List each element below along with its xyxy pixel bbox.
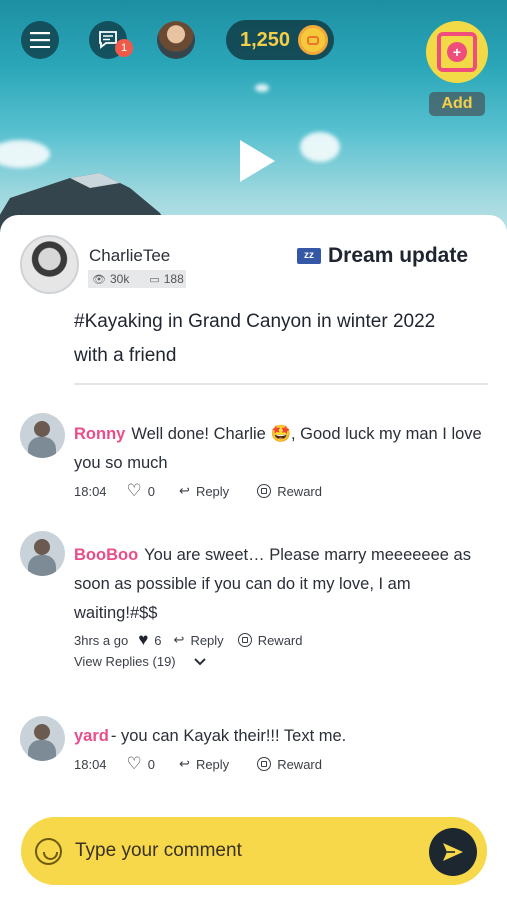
post-title: #Kayaking in Grand Canyon in winter 2022…	[74, 311, 436, 366]
reward-icon	[257, 484, 272, 498]
comment-text: Ronny Well done! Charlie 🤩, Good luck my …	[74, 420, 494, 478]
like-count: 6	[154, 632, 162, 648]
comment-meta: 18:04 ♡ 0 ↩ Reply Reward	[74, 754, 350, 774]
coin-icon	[298, 25, 328, 55]
reply-button[interactable]: ↩ Reply	[179, 483, 229, 499]
like-button[interactable]: ♥ 6	[138, 630, 161, 650]
comment-avatar[interactable]	[20, 531, 65, 576]
add-label[interactable]: Add	[429, 92, 485, 116]
comment-input[interactable]	[75, 835, 415, 867]
heart-icon: ♡	[126, 481, 142, 500]
comment-username[interactable]: BooBoo	[74, 546, 138, 564]
reply-icon: ↩	[179, 756, 190, 771]
author-avatar[interactable]	[20, 235, 79, 294]
coins-value: 1,250	[240, 28, 291, 51]
comment-time: 18:04	[74, 483, 107, 499]
cloud	[300, 132, 340, 162]
comment-text: BooBoo You are sweet… Please marry meeeee…	[74, 541, 494, 628]
comment-time: 3hrs a go	[74, 632, 129, 648]
reply-icon: ↩	[179, 483, 190, 498]
comments-count: 188	[163, 272, 184, 286]
comment-body: - you can Kayak their!!! Text me.	[110, 727, 347, 745]
reply-button[interactable]: ↩ Reply	[174, 632, 224, 648]
comment-body: Well done! Charlie 🤩, Good luck my man I…	[74, 425, 482, 472]
comment-username[interactable]: yard	[74, 727, 109, 745]
dream-update-badge: zz Dream update	[297, 244, 468, 268]
send-button[interactable]	[429, 828, 477, 876]
heart-icon: ♥	[138, 630, 149, 649]
send-icon	[443, 843, 463, 861]
menu-icon	[30, 32, 50, 48]
reward-label: Reward	[277, 483, 322, 499]
smile-icon[interactable]	[35, 838, 62, 865]
reply-label: Reply	[190, 632, 224, 648]
dream-label: Dream update	[328, 244, 469, 267]
reward-button[interactable]: Reward	[257, 484, 322, 499]
comment-meta: 18:04 ♡ 0 ↩ Reply Reward	[74, 481, 350, 501]
dream-icon: zz	[297, 248, 321, 264]
comment-avatar[interactable]	[20, 413, 65, 458]
like-button[interactable]: ♡ 0	[127, 481, 155, 501]
reply-button[interactable]: ↩ Reply	[179, 756, 229, 772]
like-button[interactable]: ♡ 0	[127, 754, 155, 774]
author-name[interactable]: CharlieTee	[89, 246, 170, 266]
add-icon: +	[437, 32, 477, 72]
notification-badge: 1	[115, 39, 133, 57]
comment-meta: 3hrs a go ♥ 6 ↩ Reply Reward	[74, 630, 330, 650]
reply-label: Reply	[195, 483, 230, 499]
comment-composer	[21, 817, 487, 885]
coins-balance[interactable]: 1,250	[226, 20, 334, 60]
play-icon[interactable]	[240, 140, 275, 182]
reply-icon: ↩	[173, 632, 185, 647]
comment-text: yard - you can Kayak their!!! Text me.	[74, 722, 494, 751]
comment-icon: ▭	[149, 273, 160, 286]
chevron-down-icon	[193, 657, 206, 665]
reward-icon	[237, 633, 252, 647]
comment-username[interactable]: Ronny	[74, 425, 125, 443]
reward-label: Reward	[277, 756, 322, 772]
add-dream-button[interactable]: +	[426, 21, 488, 83]
comment-avatar[interactable]	[20, 716, 65, 761]
cloud	[0, 140, 50, 168]
menu-button[interactable]	[21, 21, 59, 59]
view-replies-label: View Replies (19)	[74, 654, 176, 669]
messages-button[interactable]: 1	[89, 21, 133, 59]
reward-button[interactable]: Reward	[237, 632, 303, 648]
like-count: 0	[147, 483, 156, 499]
eye-icon: 👁	[92, 273, 106, 286]
view-replies-button[interactable]: View Replies (19)	[74, 654, 206, 669]
heart-icon: ♡	[126, 754, 142, 773]
views-count: 30k	[109, 272, 130, 286]
reply-label: Reply	[195, 756, 230, 772]
reward-button[interactable]: Reward	[257, 757, 322, 772]
divider	[74, 383, 488, 385]
author-stats: 👁 30k ▭ 188	[88, 270, 186, 288]
user-avatar[interactable]	[157, 21, 195, 59]
reward-icon	[257, 757, 272, 771]
comment-time: 18:04	[74, 756, 107, 772]
cloud	[255, 84, 269, 92]
like-count: 0	[147, 756, 156, 772]
reward-label: Reward	[257, 632, 303, 648]
